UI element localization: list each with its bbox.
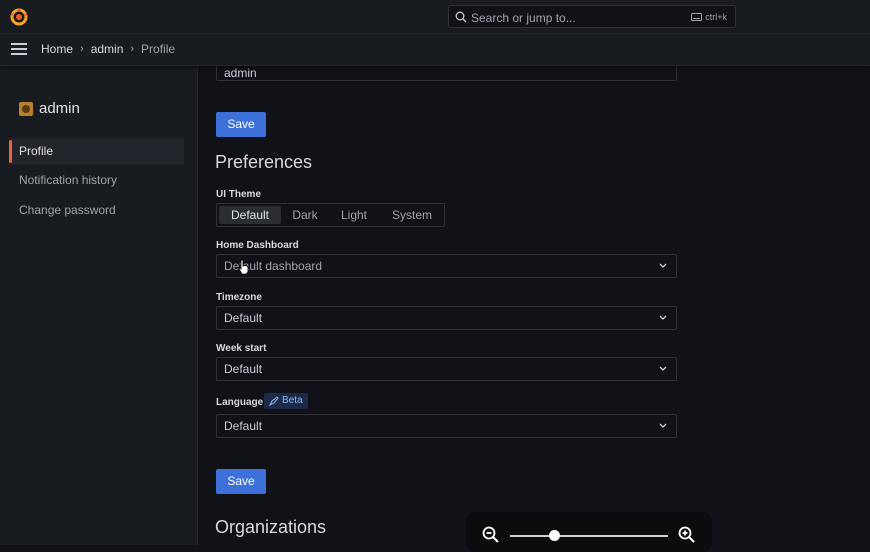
week-start-label: Week start (216, 343, 267, 354)
breadcrumb-profile: Profile (141, 42, 176, 56)
beta-badge-text: Beta (282, 395, 303, 406)
week-start-select[interactable]: Default (216, 357, 677, 381)
search-placeholder: Search or jump to... (471, 11, 576, 25)
zoom-slider[interactable] (510, 535, 668, 537)
search-input[interactable]: Search or jump to... ctrl+k (448, 5, 736, 28)
beta-badge: Beta (264, 393, 308, 409)
sidebar-title: admin (19, 100, 80, 117)
sidebar-item-notification-history[interactable]: Notification history (9, 167, 184, 194)
organizations-heading: Organizations (215, 517, 327, 537)
chevron-down-icon (659, 366, 667, 371)
breadcrumb-admin[interactable]: admin (91, 42, 124, 56)
preferences-save-button[interactable]: Save (216, 469, 266, 494)
chevron-right-icon: › (80, 43, 84, 55)
chevron-down-icon (659, 263, 667, 268)
sidebar-item-change-password[interactable]: Change password (9, 197, 184, 224)
name-field[interactable]: admin (216, 66, 677, 81)
zoom-out-icon[interactable] (482, 526, 500, 544)
chevron-right-icon: › (130, 43, 135, 55)
chevron-down-icon (659, 423, 667, 428)
zoom-slider-handle[interactable] (549, 530, 560, 541)
theme-option-default[interactable]: Default (219, 206, 281, 224)
theme-option-light[interactable]: Light (329, 206, 379, 224)
zoom-in-icon[interactable] (678, 526, 696, 544)
sidebar: admin Profile Notification history Chang… (0, 66, 198, 545)
theme-option-system[interactable]: System (381, 206, 443, 224)
timezone-select[interactable]: Default (216, 306, 677, 330)
rocket-icon (269, 396, 279, 406)
sidebar-title-text: admin (39, 100, 80, 117)
avatar (19, 101, 33, 116)
keyboard-shortcut: ctrl+k (691, 12, 727, 22)
language-label: Language (216, 397, 264, 408)
menu-icon[interactable] (11, 43, 27, 55)
timezone-label: Timezone (216, 292, 262, 303)
timezone-value: Default (224, 311, 263, 325)
name-value: admin (224, 66, 257, 80)
ui-theme-label: UI Theme (216, 189, 262, 200)
home-dashboard-select[interactable]: Default dashboard (216, 254, 677, 278)
keyboard-icon (691, 13, 703, 21)
chevron-down-icon (659, 315, 667, 320)
grafana-logo-icon[interactable] (9, 7, 29, 27)
language-select[interactable]: Default (216, 414, 677, 438)
breadcrumb: Home › admin › Profile (41, 42, 175, 56)
breadcrumb-bar: Home › admin › Profile (0, 34, 870, 66)
zoom-control (466, 512, 712, 552)
hand-cursor-icon (238, 259, 249, 275)
profile-save-button[interactable]: Save (216, 112, 266, 137)
theme-option-dark[interactable]: Dark (283, 206, 327, 224)
ui-theme-selector: Default Dark Light System (216, 203, 445, 227)
sidebar-item-profile[interactable]: Profile (9, 138, 184, 165)
home-dashboard-label: Home Dashboard (216, 240, 299, 251)
breadcrumb-home[interactable]: Home (41, 42, 73, 56)
main-content: admin Save Preferences UI Theme Default … (198, 66, 870, 545)
week-start-value: Default (224, 362, 263, 376)
top-bar: Search or jump to... ctrl+k (0, 0, 870, 34)
shortcut-text: ctrl+k (705, 12, 727, 22)
language-value: Default (224, 419, 263, 433)
search-icon (455, 11, 467, 23)
preferences-heading: Preferences (215, 152, 313, 172)
